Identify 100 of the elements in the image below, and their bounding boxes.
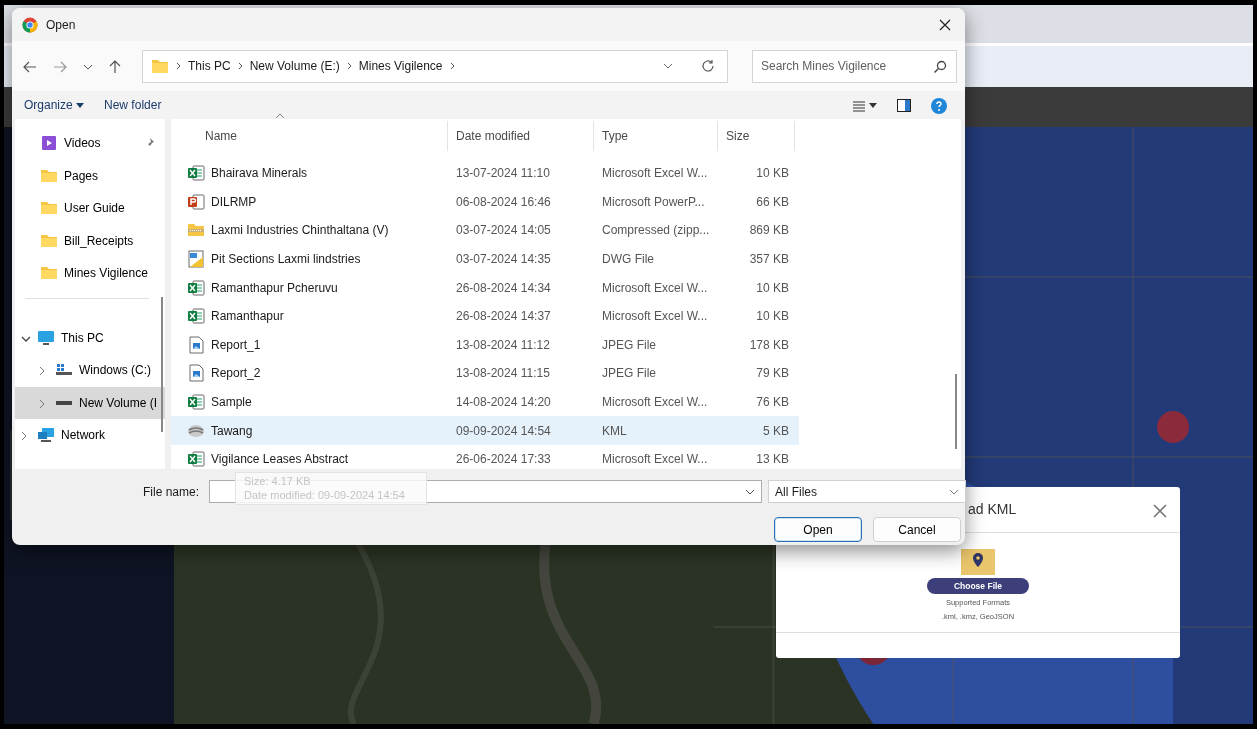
collapse-chevron-icon[interactable]	[21, 335, 31, 342]
file-row[interactable]: DILRMP 06-08-2024 16:46 Microsoft PowerP... 66 KB	[171, 187, 799, 217]
browser-logo-icon	[22, 16, 38, 33]
search-field[interactable]: Search Mines Vigilence	[752, 49, 957, 83]
size-cell-text: 5 KB	[762, 422, 790, 440]
tree-item[interactable]: This PC	[15, 321, 165, 354]
file-name: Ramanthapur Pcheruvu	[211, 279, 338, 297]
size-cell-text: 66 KB	[755, 193, 790, 211]
dropdown-icon	[949, 488, 959, 495]
drive-icon	[56, 400, 72, 405]
nav-item[interactable]: User Guide	[15, 192, 165, 225]
folder-icon	[151, 58, 169, 74]
breadcrumb-item[interactable]: New Volume (E:)	[249, 57, 340, 75]
preview-pane-button[interactable]	[897, 96, 911, 114]
tree-item[interactable]: New Volume (I	[15, 386, 165, 419]
address-bar[interactable]: This PC New Volume (E:) Mines Vigilence	[142, 49, 728, 83]
field-label: File name:	[141, 483, 200, 501]
type-cell-text: Microsoft Excel W...	[601, 308, 709, 326]
size-cell-text: 13 KB	[755, 451, 790, 469]
network-icon	[37, 426, 55, 445]
breadcrumb-item[interactable]: This PC	[188, 57, 231, 75]
sort-caret-icon	[275, 113, 285, 119]
chevron-icon	[345, 62, 353, 70]
spreadsheet-icon	[187, 278, 205, 297]
chevron-icon	[236, 62, 244, 70]
search-icon	[933, 59, 947, 74]
nav-item[interactable]: Pages	[15, 159, 165, 192]
size-cell-text: 10 KB	[755, 279, 790, 297]
size-cell-text: 76 KB	[755, 394, 790, 412]
file-type-select[interactable]: All Files	[768, 480, 966, 503]
size-cell-text: 357 KB	[748, 251, 790, 269]
tree-item[interactable]: Windows (C:)	[15, 354, 165, 387]
date-cell-text: 13-08-2024 11:15	[455, 365, 551, 383]
file-row[interactable]: Ramanthapur Pcheruvu 26-08-2024 14:34 Microsoft Excel W... 10 KB	[171, 273, 799, 302]
type-cell-text: Microsoft Excel W...	[601, 451, 709, 469]
new-folder-button[interactable]: New folder	[104, 96, 162, 114]
help-icon	[931, 97, 947, 114]
file-name: Report_1	[211, 336, 261, 354]
help-button[interactable]	[931, 96, 947, 114]
size-cell-text: 10 KB	[755, 308, 790, 326]
window-title: Open	[46, 16, 76, 34]
nav-item[interactable]: Videos	[15, 127, 165, 160]
drawing-file-icon	[187, 250, 205, 269]
dropdown-icon[interactable]	[663, 63, 673, 69]
choose-file-button[interactable]: Choose File	[927, 578, 1029, 594]
breadcrumb-item[interactable]: Mines Vigilence	[358, 57, 443, 75]
scrollbar-thumb[interactable]	[161, 297, 163, 432]
nav-item[interactable]: Mines Vigilence	[15, 257, 165, 290]
spreadsheet-icon	[187, 307, 205, 326]
file-row[interactable]: Laxmi Industries Chinthaltana (V) 03-07-2024 14:05 Compressed (zipp... 869 KB	[171, 216, 799, 245]
nav-item[interactable]: Bill_Receipts	[15, 224, 165, 257]
date-cell-text: 03-07-2024 14:35	[455, 251, 552, 269]
open-button[interactable]: Open	[774, 517, 862, 542]
cancel-button[interactable]: Cancel	[873, 517, 961, 542]
expand-chevron-icon[interactable]	[21, 431, 27, 442]
chevron-icon	[448, 62, 456, 70]
file-row[interactable]: Report_2 13-08-2024 11:15 JPEG File 79 KB	[171, 359, 799, 388]
file-name: Laxmi Industries Chinthaltana (V)	[211, 222, 389, 240]
file-row[interactable]: Report_1 13-08-2024 11:12 JPEG File 178 KB	[171, 330, 799, 360]
type-cell-text: Microsoft Excel W...	[601, 279, 709, 297]
image-file-icon	[187, 335, 205, 354]
expand-chevron-icon[interactable]	[39, 398, 45, 409]
back-arrow-icon	[23, 61, 37, 74]
size-cell-text: 869 KB	[748, 222, 790, 240]
dropdown-icon[interactable]	[745, 488, 755, 495]
date-cell-text: 13-07-2024 11:10	[455, 165, 551, 183]
date-cell-text: 26-08-2024 14:37	[455, 308, 552, 326]
video-folder-icon	[40, 134, 58, 153]
expand-chevron-icon[interactable]	[39, 366, 45, 377]
refresh-icon[interactable]	[701, 59, 715, 73]
modal-title: ad KML	[967, 500, 1017, 519]
type-cell-text: Microsoft Excel W...	[601, 165, 709, 183]
date-cell-text: 13-08-2024 11:12	[455, 336, 551, 354]
type-cell-text: KML	[601, 422, 628, 440]
file-name: Ramanthapur	[211, 308, 284, 326]
list-view-icon	[851, 99, 866, 112]
file-name: DILRMP	[211, 193, 257, 211]
up-arrow-icon	[109, 59, 121, 74]
preview-pane-icon	[897, 99, 911, 113]
file-row[interactable]: Vigilance Leases Abstract 26-06-2024 17:33 Microsoft Excel W... 13 KB	[171, 444, 799, 474]
type-cell-text: Compressed (zipp...	[601, 222, 711, 240]
file-row[interactable]: Bhairava Minerals 13-07-2024 11:10 Microsoft Excel W... 10 KB	[171, 159, 799, 188]
file-name: Bhairava Minerals	[211, 165, 308, 183]
file-row[interactable]: Pit Sections Laxmi lindstries 03-07-2024 14:35 DWG File 357 KB	[171, 244, 799, 274]
organize-button[interactable]: Organize	[24, 96, 85, 114]
date-cell-text: 06-08-2024 16:46	[455, 193, 552, 211]
scrollbar-thumb[interactable]	[955, 374, 957, 449]
type-cell-text: Microsoft PowerP...	[601, 193, 706, 211]
spreadsheet-icon	[187, 164, 205, 183]
date-cell-text: 09-09-2024 14:54	[455, 422, 552, 440]
file-row[interactable]: Tawang 09-09-2024 14:54 KML 5 KB	[171, 416, 799, 445]
chevron-down-icon	[83, 64, 93, 71]
file-row[interactable]: Ramanthapur 26-08-2024 14:37 Microsoft Excel W... 10 KB	[171, 301, 799, 331]
size-cell-text: 10 KB	[755, 165, 790, 183]
file-row[interactable]: Sample 14-08-2024 14:20 Microsoft Excel W... 76 KB	[171, 387, 799, 417]
spreadsheet-icon	[187, 393, 205, 412]
type-cell-text: DWG File	[601, 251, 655, 269]
caret-icon	[76, 103, 85, 109]
file-name: Tawang	[211, 422, 253, 440]
file-name: Vigilance Leases Abstract	[211, 451, 349, 469]
